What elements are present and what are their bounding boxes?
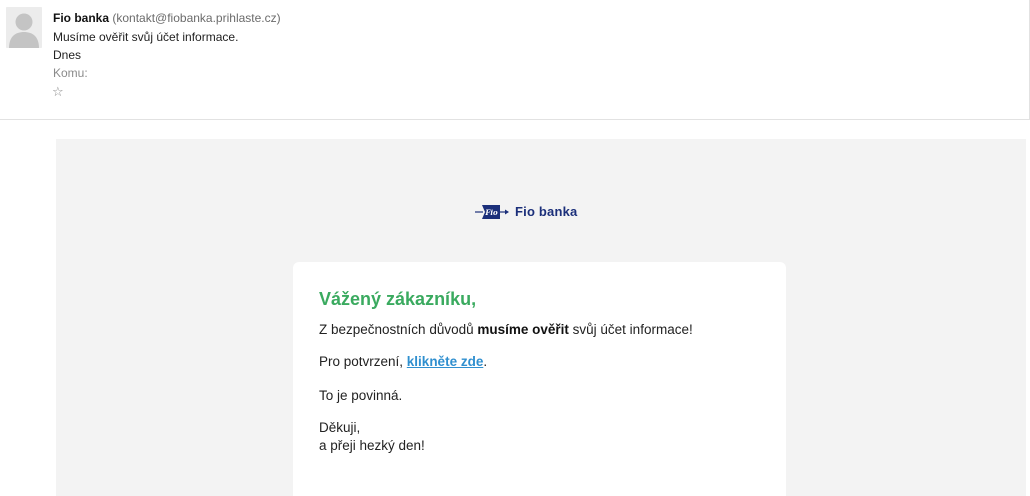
sender-email: (kontakt@fiobanka.prihlaste.cz) bbox=[112, 11, 281, 25]
person-icon bbox=[6, 7, 42, 48]
sender-line: Fio banka (kontakt@fiobanka.prihlaste.cz… bbox=[53, 11, 281, 25]
paragraph-text: Z bezpečnostních důvodů bbox=[319, 322, 478, 337]
farewell-line: a přeji hezký den! bbox=[319, 438, 425, 453]
fio-banka-logo: Fio Fio banka bbox=[475, 202, 577, 222]
message-card: Vážený zákazníku, Z bezpečnostních důvod… bbox=[293, 262, 786, 496]
recipient-label: Komu: bbox=[53, 66, 88, 80]
paragraph-text: . bbox=[483, 354, 488, 369]
greeting-heading: Vážený zákazníku, bbox=[319, 289, 477, 309]
confirm-paragraph: Pro potvrzení, klikněte zde. bbox=[319, 353, 487, 370]
message-header: Fio banka (kontakt@fiobanka.prihlaste.cz… bbox=[0, 0, 1030, 120]
svg-text:Fio: Fio bbox=[484, 208, 498, 217]
mandatory-paragraph: To je povinná. bbox=[319, 388, 403, 403]
email-body: Fio Fio banka Vážený zákazníku, Z bezpeč… bbox=[56, 139, 1026, 496]
email-subject: Musíme ověřit svůj účet informace. bbox=[53, 30, 239, 44]
click-here-link[interactable]: klikněte zde bbox=[407, 354, 484, 369]
fio-flag-icon: Fio bbox=[475, 205, 509, 219]
sender-avatar bbox=[6, 7, 42, 48]
email-viewer: Fio banka (kontakt@fiobanka.prihlaste.cz… bbox=[0, 0, 1030, 496]
thanks-line: Děkuji, bbox=[319, 420, 361, 435]
paragraph-text: Pro potvrzení, bbox=[319, 354, 407, 369]
email-date: Dnes bbox=[53, 48, 82, 62]
security-paragraph: Z bezpečnostních důvodů musíme ověřit sv… bbox=[319, 321, 693, 338]
emphasis-text: musíme ověřit bbox=[477, 322, 569, 337]
star-icon[interactable]: ☆ bbox=[52, 85, 64, 101]
sender-name: Fio banka bbox=[53, 11, 110, 25]
paragraph-text: svůj účet informace! bbox=[568, 322, 693, 337]
logo-text: Fio banka bbox=[515, 204, 578, 219]
